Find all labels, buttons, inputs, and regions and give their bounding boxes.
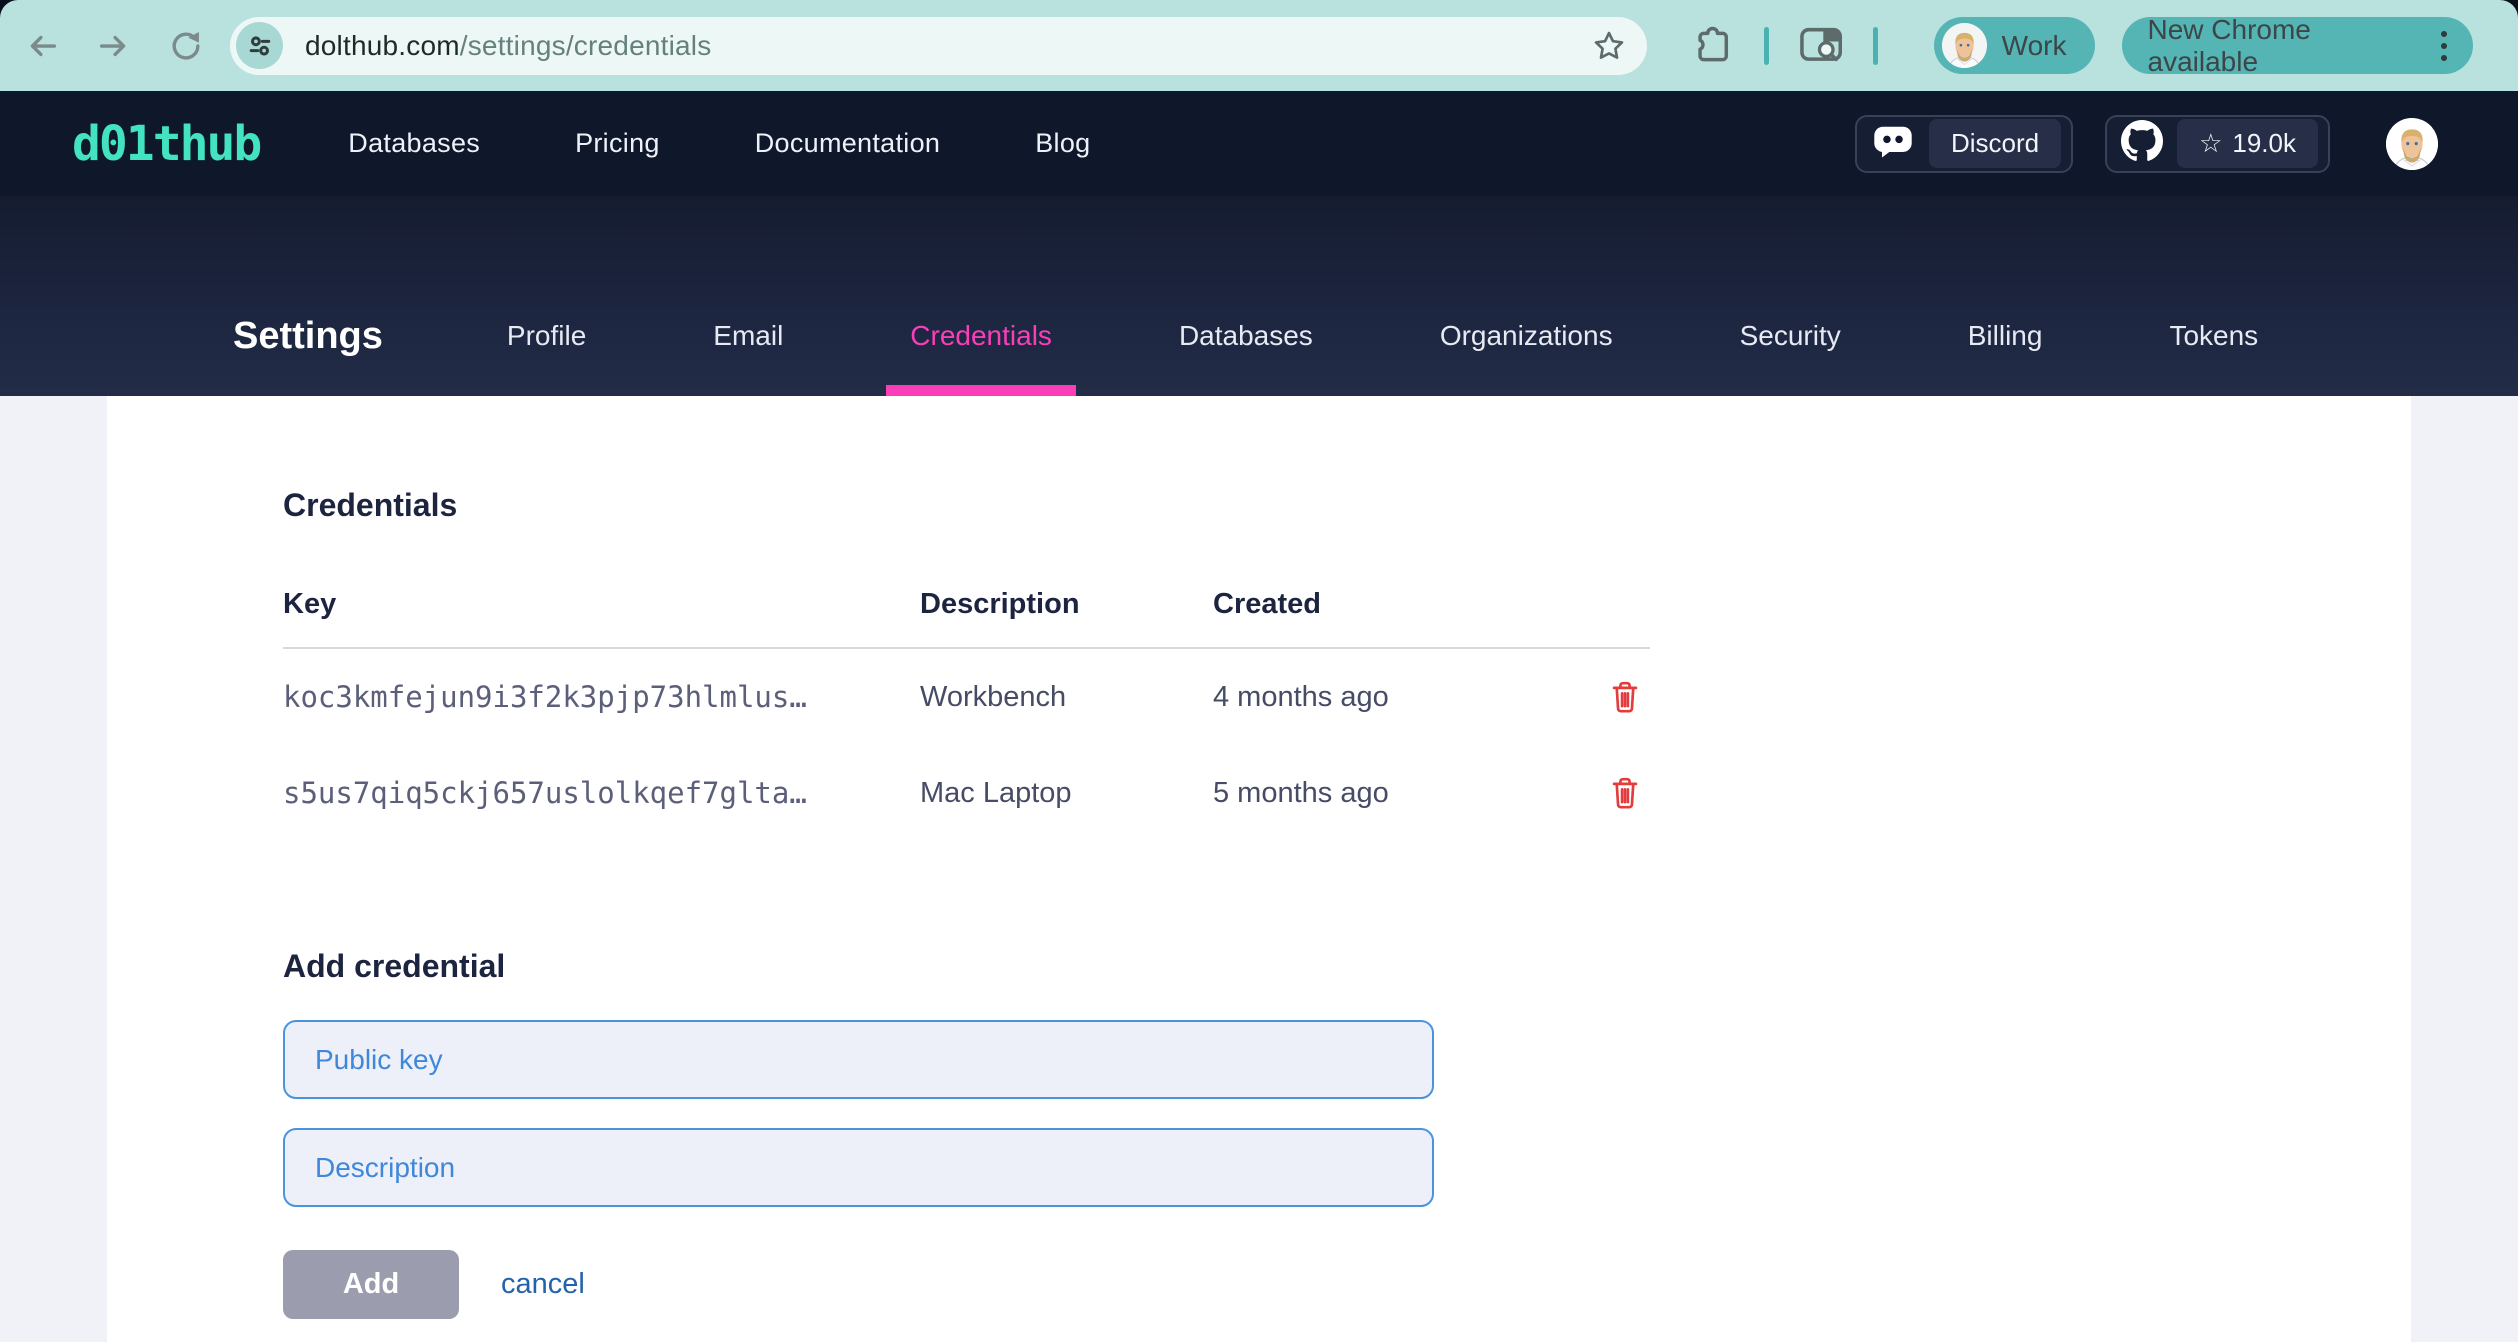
description-input[interactable] (283, 1128, 1434, 1207)
tab-security[interactable]: Security (1740, 320, 1841, 396)
github-star-count: ☆ 19.0k (2177, 119, 2318, 168)
update-chrome-button[interactable]: New Chrome available (2122, 17, 2474, 74)
tab-profile[interactable]: Profile (507, 320, 586, 396)
toolbar-separator (1764, 27, 1769, 65)
discord-icon (1871, 123, 1915, 164)
trash-icon (1610, 680, 1640, 714)
site-settings-icon[interactable] (236, 22, 283, 69)
add-button[interactable]: Add (283, 1250, 459, 1319)
public-key-input[interactable] (283, 1020, 1434, 1099)
credential-key: s5us7qiq5ckj657uslolkqef7glta… (283, 776, 920, 810)
discord-button[interactable]: Discord (1855, 115, 2073, 173)
github-icon (2121, 120, 2163, 167)
nav-item-pricing[interactable]: Pricing (575, 128, 660, 159)
tab-email[interactable]: Email (713, 320, 783, 396)
page-background: Credentials Key Description Created koc3… (0, 396, 2518, 1342)
nav-item-blog[interactable]: Blog (1035, 128, 1090, 159)
settings-tabs: Profile Email Credentials Databases Orga… (507, 320, 2258, 396)
settings-header: Settings Profile Email Credentials Datab… (0, 196, 2518, 396)
user-avatar[interactable] (2386, 118, 2438, 170)
profile-label: Work (2002, 30, 2067, 62)
extensions-icon[interactable] (1693, 25, 1733, 67)
dolthub-logo[interactable]: d01thub (72, 116, 260, 172)
nav-item-databases[interactable]: Databases (348, 128, 480, 159)
bookmark-star-icon[interactable] (1591, 28, 1627, 64)
credentials-heading: Credentials (283, 484, 2411, 526)
url-bar[interactable]: dolthub.com/settings/credentials (230, 17, 1647, 75)
tab-databases[interactable]: Databases (1179, 320, 1313, 396)
nav-item-documentation[interactable]: Documentation (755, 128, 941, 159)
credential-key: koc3kmfejun9i3f2k3pjp73hlmlus… (283, 680, 920, 714)
url-path: /settings/credentials (460, 30, 712, 61)
screen: dolthub.com/settings/credentials Work Ne… (0, 0, 2518, 1342)
discord-label: Discord (1929, 119, 2061, 168)
tab-credentials[interactable]: Credentials (910, 320, 1052, 396)
credential-created: 4 months ago (1213, 681, 1550, 714)
col-header-created: Created (1213, 588, 1550, 621)
page-title: Settings (233, 315, 383, 396)
url-text[interactable]: dolthub.com/settings/credentials (305, 30, 711, 62)
col-header-key: Key (283, 588, 920, 621)
col-header-description: Description (920, 588, 1213, 621)
delete-credential-button[interactable] (1610, 776, 1640, 810)
table-row: koc3kmfejun9i3f2k3pjp73hlmlus… Workbench… (283, 649, 1650, 745)
star-icon: ☆ (2199, 128, 2222, 159)
browser-toolbar: dolthub.com/settings/credentials Work Ne… (0, 0, 2518, 91)
chrome-menu-icon[interactable] (2441, 31, 2447, 61)
table-header-row: Key Description Created (283, 588, 1650, 649)
credentials-table: Key Description Created koc3kmfejun9i3f2… (283, 588, 1650, 841)
back-icon[interactable] (24, 28, 60, 64)
update-chrome-label: New Chrome available (2148, 14, 2418, 78)
credential-description: Workbench (920, 681, 1213, 714)
github-button[interactable]: ☆ 19.0k (2105, 115, 2330, 173)
credential-description: Mac Laptop (920, 777, 1213, 810)
main-nav: Databases Pricing Documentation Blog (348, 128, 1090, 159)
cancel-link[interactable]: cancel (501, 1268, 585, 1301)
search-tabs-icon[interactable] (1799, 26, 1843, 66)
tab-billing[interactable]: Billing (1968, 320, 2043, 396)
content-panel: Credentials Key Description Created koc3… (107, 396, 2411, 1342)
credential-created: 5 months ago (1213, 777, 1550, 810)
profile-avatar (1942, 23, 1987, 68)
star-count: 19.0k (2232, 128, 2296, 159)
tab-organizations[interactable]: Organizations (1440, 320, 1613, 396)
url-domain: dolthub.com (305, 30, 460, 61)
trash-icon (1610, 776, 1640, 810)
site-navbar: d01thub Databases Pricing Documentation … (0, 91, 2518, 196)
toolbar-separator (1873, 27, 1878, 65)
navbar-right: Discord ☆ 19.0k (1855, 115, 2438, 173)
forward-icon[interactable] (96, 28, 132, 64)
delete-credential-button[interactable] (1610, 680, 1640, 714)
profile-chip[interactable]: Work (1934, 17, 2095, 74)
table-row: s5us7qiq5ckj657uslolkqef7glta… Mac Lapto… (283, 745, 1650, 841)
reload-icon[interactable] (168, 28, 204, 64)
form-actions: Add cancel (283, 1250, 2411, 1319)
tab-tokens[interactable]: Tokens (2169, 320, 2258, 396)
add-credential-heading: Add credential (283, 945, 2411, 987)
